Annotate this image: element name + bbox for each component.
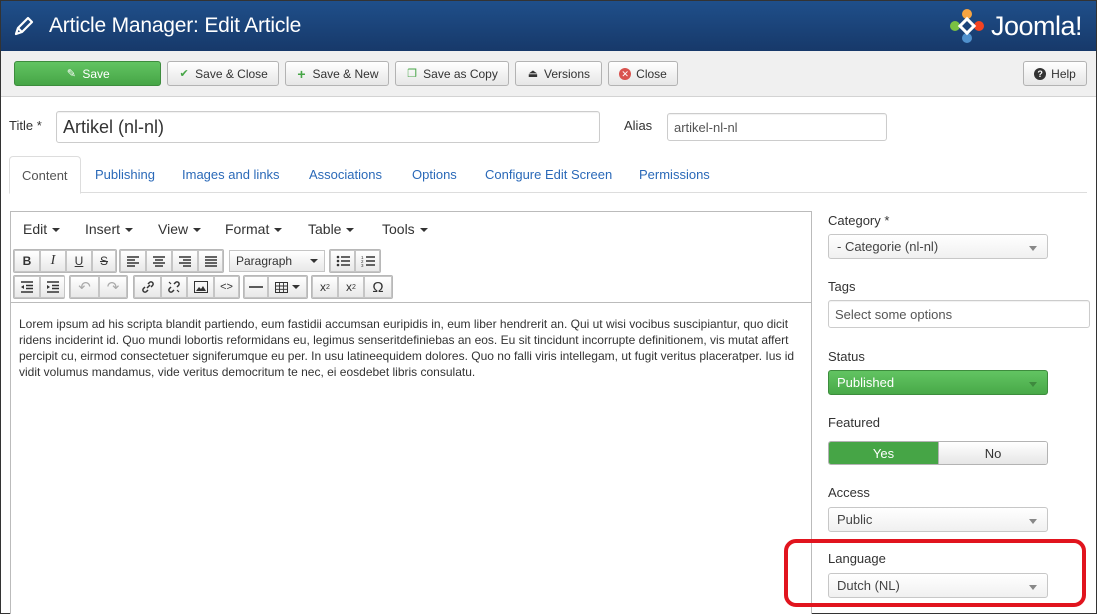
redo-icon[interactable]: ↷: [99, 276, 127, 298]
menu-insert[interactable]: Insert: [85, 221, 134, 237]
bold-icon[interactable]: B: [14, 250, 40, 272]
tab-publishing[interactable]: Publishing: [83, 156, 167, 193]
alias-field[interactable]: artikel-nl-nl: [667, 113, 887, 141]
italic-icon[interactable]: I: [40, 250, 66, 272]
tab-content[interactable]: Content: [9, 156, 81, 194]
featured-toggle: Yes No: [828, 441, 1048, 465]
save-close-label: Save & Close: [195, 66, 268, 81]
strikethrough-icon[interactable]: S: [92, 250, 116, 272]
help-icon: ?: [1034, 67, 1047, 80]
tab-associations[interactable]: Associations: [297, 156, 394, 193]
versions-label: Versions: [543, 66, 591, 81]
table-icon[interactable]: [268, 276, 307, 298]
save-copy-button[interactable]: ❐ Save as Copy: [395, 61, 509, 86]
tags-label: Tags: [828, 279, 856, 294]
tinymce-editor: Edit Insert View Format Table Tools B I …: [10, 211, 812, 614]
tab-images-and-links[interactable]: Images and links: [170, 156, 292, 193]
chevron-down-icon: [1029, 246, 1037, 251]
title-field[interactable]: Artikel (nl-nl): [56, 111, 600, 143]
menu-edit[interactable]: Edit: [23, 221, 61, 237]
paragraph-select-label: Paragraph: [236, 254, 293, 268]
tags-input[interactable]: Select some options: [828, 300, 1090, 328]
tab-bar: Content Publishing Images and links Asso…: [9, 156, 1087, 194]
bullet-list-icon[interactable]: [330, 250, 355, 272]
chevron-down-icon: [1029, 382, 1037, 387]
close-button[interactable]: ✕ Close: [608, 61, 678, 86]
access-value: Public: [837, 512, 873, 527]
alias-label: Alias: [624, 118, 653, 133]
undo-icon[interactable]: ↶: [70, 276, 99, 298]
superscript-icon[interactable]: x2: [338, 276, 364, 298]
editor-menubar: Edit Insert View Format Table Tools: [11, 212, 811, 246]
outdent-icon[interactable]: [14, 276, 40, 298]
archive-icon: ⏏: [527, 67, 539, 80]
table-chevron-icon: [292, 285, 300, 289]
unlink-icon[interactable]: [161, 276, 187, 298]
versions-button[interactable]: ⏏ Versions: [515, 61, 602, 86]
access-select[interactable]: Public: [828, 507, 1048, 532]
save-new-label: Save & New: [312, 66, 379, 81]
toolbar: ✎ Save ✔ Save & Close + Save & New ❐ Sav…: [1, 51, 1096, 97]
access-label: Access: [828, 485, 870, 500]
save-copy-label: Save as Copy: [423, 66, 498, 81]
editor-content[interactable]: Lorem ipsum ad his scripta blandit parti…: [11, 302, 811, 614]
joomla-logo-icon: [949, 9, 984, 43]
featured-yes-button[interactable]: Yes: [829, 442, 938, 464]
chevron-down-icon: [310, 259, 318, 263]
tab-options[interactable]: Options: [400, 156, 469, 193]
special-character-icon[interactable]: Ω: [364, 276, 392, 298]
copy-icon: ❐: [407, 67, 418, 80]
category-select[interactable]: - Categorie (nl-nl): [828, 234, 1048, 259]
menu-view[interactable]: View: [158, 221, 202, 237]
help-button[interactable]: ? Help: [1023, 61, 1087, 86]
menu-format[interactable]: Format: [225, 221, 283, 237]
edit-icon: ✎: [66, 67, 76, 80]
title-label: Title *: [9, 118, 42, 133]
close-label: Close: [636, 66, 667, 81]
chevron-down-icon: [1029, 519, 1037, 524]
link-icon[interactable]: [134, 276, 161, 298]
svg-text:3: 3: [361, 263, 364, 267]
save-close-button[interactable]: ✔ Save & Close: [167, 61, 279, 86]
align-center-icon[interactable]: [146, 250, 172, 272]
indent-icon[interactable]: [40, 276, 65, 298]
status-value: Published: [837, 375, 895, 390]
align-left-icon[interactable]: [120, 250, 146, 272]
tab-permissions[interactable]: Permissions: [627, 156, 722, 193]
joomla-logo: Joomla!: [949, 7, 1083, 45]
menu-tools[interactable]: Tools: [382, 221, 428, 237]
pencil-icon: [14, 16, 34, 36]
save-new-button[interactable]: + Save & New: [285, 61, 389, 86]
close-icon: ✕: [619, 67, 632, 80]
plus-icon: +: [297, 65, 306, 82]
horizontal-rule-icon[interactable]: [244, 276, 268, 298]
status-select[interactable]: Published: [828, 370, 1048, 395]
code-icon[interactable]: <>: [214, 276, 239, 298]
category-value: - Categorie (nl-nl): [837, 239, 939, 254]
featured-label: Featured: [828, 415, 881, 430]
menu-table[interactable]: Table: [308, 221, 355, 237]
logo-text: Joomla!: [990, 10, 1083, 41]
editor-toolbar-row-2: ↶ ↷ <> x2 x2 Ω: [11, 275, 811, 301]
header-bar: Article Manager: Edit Article Joomla!: [1, 1, 1096, 51]
save-label: Save: [82, 66, 110, 81]
paragraph-select[interactable]: Paragraph: [229, 250, 325, 272]
help-label: Help: [1051, 66, 1076, 81]
underline-icon[interactable]: U: [66, 250, 92, 272]
language-highlight-annotation: [784, 539, 1086, 607]
align-justify-icon[interactable]: [198, 250, 223, 272]
save-button[interactable]: ✎ Save: [14, 61, 161, 86]
check-icon: ✔: [179, 67, 189, 80]
category-label: Category *: [828, 213, 890, 228]
page-title: Article Manager: Edit Article: [49, 14, 302, 37]
image-icon[interactable]: [187, 276, 214, 298]
featured-no-button[interactable]: No: [938, 442, 1047, 464]
status-label: Status: [828, 349, 865, 364]
align-right-icon[interactable]: [172, 250, 198, 272]
tab-configure-edit-screen[interactable]: Configure Edit Screen: [473, 156, 624, 193]
numbered-list-icon[interactable]: 123: [355, 250, 380, 272]
subscript-icon[interactable]: x2: [312, 276, 338, 298]
editor-toolbar-row-1: B I U S Paragraph 123: [11, 249, 811, 275]
